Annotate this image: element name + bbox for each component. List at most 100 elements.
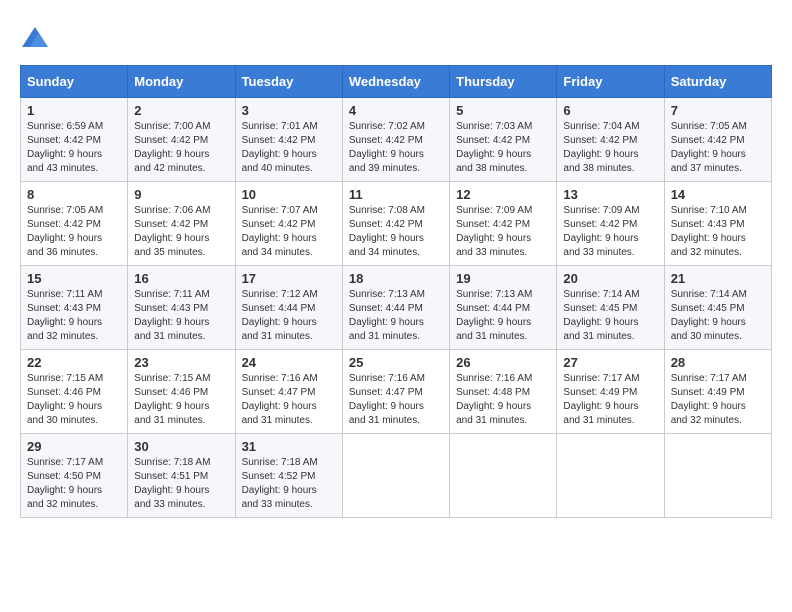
weekday-header: Wednesday <box>342 66 449 98</box>
logo-icon <box>20 25 50 55</box>
day-number: 15 <box>27 271 121 286</box>
day-number: 20 <box>563 271 657 286</box>
day-info: Sunrise: 7:05 AMSunset: 4:42 PMDaylight:… <box>671 120 765 176</box>
day-number: 5 <box>456 103 550 118</box>
weekday-header: Thursday <box>450 66 557 98</box>
day-number: 12 <box>456 187 550 202</box>
calendar-cell: 3 Sunrise: 7:01 AMSunset: 4:42 PMDaylight… <box>235 98 342 182</box>
day-number: 1 <box>27 103 121 118</box>
day-info: Sunrise: 7:14 AMSunset: 4:45 PMDaylight:… <box>671 288 765 344</box>
calendar-cell <box>557 434 664 518</box>
day-number: 18 <box>349 271 443 286</box>
calendar-cell: 28 Sunrise: 7:17 AMSunset: 4:49 PMDayligh… <box>664 350 771 434</box>
day-info: Sunrise: 7:12 AMSunset: 4:44 PMDaylight:… <box>242 288 336 344</box>
day-number: 21 <box>671 271 765 286</box>
weekday-header: Monday <box>128 66 235 98</box>
day-info: Sunrise: 7:04 AMSunset: 4:42 PMDaylight:… <box>563 120 657 176</box>
day-number: 27 <box>563 355 657 370</box>
day-info: Sunrise: 7:09 AMSunset: 4:42 PMDaylight:… <box>563 204 657 260</box>
day-number: 28 <box>671 355 765 370</box>
logo <box>20 25 54 55</box>
calendar-cell: 14 Sunrise: 7:10 AMSunset: 4:43 PMDayligh… <box>664 182 771 266</box>
calendar-cell: 25 Sunrise: 7:16 AMSunset: 4:47 PMDayligh… <box>342 350 449 434</box>
calendar-week-row: 22Sunrise: 7:15 AMSunset: 4:46 PMDayligh… <box>21 350 772 434</box>
day-number: 10 <box>242 187 336 202</box>
day-info: Sunrise: 7:13 AMSunset: 4:44 PMDaylight:… <box>349 288 443 344</box>
day-number: 2 <box>134 103 228 118</box>
day-info: Sunrise: 7:15 AMSunset: 4:46 PMDaylight:… <box>27 372 121 428</box>
day-number: 19 <box>456 271 550 286</box>
calendar-cell: 31Sunrise: 7:18 AMSunset: 4:52 PMDayligh… <box>235 434 342 518</box>
day-number: 26 <box>456 355 550 370</box>
day-info: Sunrise: 7:05 AMSunset: 4:42 PMDaylight:… <box>27 204 121 260</box>
day-number: 11 <box>349 187 443 202</box>
calendar-cell: 13 Sunrise: 7:09 AMSunset: 4:42 PMDayligh… <box>557 182 664 266</box>
day-info: Sunrise: 7:15 AMSunset: 4:46 PMDaylight:… <box>134 372 228 428</box>
day-number: 13 <box>563 187 657 202</box>
calendar-cell: 8 Sunrise: 7:05 AMSunset: 4:42 PMDaylight… <box>21 182 128 266</box>
day-info: Sunrise: 7:06 AMSunset: 4:42 PMDaylight:… <box>134 204 228 260</box>
calendar-cell: 21 Sunrise: 7:14 AMSunset: 4:45 PMDayligh… <box>664 266 771 350</box>
calendar-cell: 15Sunrise: 7:11 AMSunset: 4:43 PMDayligh… <box>21 266 128 350</box>
day-number: 14 <box>671 187 765 202</box>
day-info: Sunrise: 7:16 AMSunset: 4:48 PMDaylight:… <box>456 372 550 428</box>
day-info: Sunrise: 7:00 AMSunset: 4:42 PMDaylight:… <box>134 120 228 176</box>
day-info: Sunrise: 7:17 AMSunset: 4:50 PMDaylight:… <box>27 456 121 512</box>
day-number: 8 <box>27 187 121 202</box>
day-info: Sunrise: 7:08 AMSunset: 4:42 PMDaylight:… <box>349 204 443 260</box>
day-info: Sunrise: 7:01 AMSunset: 4:42 PMDaylight:… <box>242 120 336 176</box>
day-info: Sunrise: 7:16 AMSunset: 4:47 PMDaylight:… <box>349 372 443 428</box>
calendar-week-row: 1 Sunrise: 6:59 AMSunset: 4:42 PMDaylight… <box>21 98 772 182</box>
calendar-week-row: 15Sunrise: 7:11 AMSunset: 4:43 PMDayligh… <box>21 266 772 350</box>
day-number: 29 <box>27 439 121 454</box>
day-info: Sunrise: 7:07 AMSunset: 4:42 PMDaylight:… <box>242 204 336 260</box>
calendar-cell <box>664 434 771 518</box>
day-number: 3 <box>242 103 336 118</box>
day-number: 23 <box>134 355 228 370</box>
calendar-cell: 20 Sunrise: 7:14 AMSunset: 4:45 PMDayligh… <box>557 266 664 350</box>
day-info: Sunrise: 7:02 AMSunset: 4:42 PMDaylight:… <box>349 120 443 176</box>
day-info: Sunrise: 7:09 AMSunset: 4:42 PMDaylight:… <box>456 204 550 260</box>
calendar-cell: 24 Sunrise: 7:16 AMSunset: 4:47 PMDayligh… <box>235 350 342 434</box>
calendar-week-row: 29 Sunrise: 7:17 AMSunset: 4:50 PMDayligh… <box>21 434 772 518</box>
calendar-cell <box>342 434 449 518</box>
calendar-cell: 19 Sunrise: 7:13 AMSunset: 4:44 PMDayligh… <box>450 266 557 350</box>
calendar-cell: 7Sunrise: 7:05 AMSunset: 4:42 PMDaylight… <box>664 98 771 182</box>
calendar-header-row: SundayMondayTuesdayWednesdayThursdayFrid… <box>21 66 772 98</box>
day-info: Sunrise: 6:59 AMSunset: 4:42 PMDaylight:… <box>27 120 121 176</box>
day-number: 6 <box>563 103 657 118</box>
weekday-header: Tuesday <box>235 66 342 98</box>
weekday-header: Friday <box>557 66 664 98</box>
calendar-cell <box>450 434 557 518</box>
day-info: Sunrise: 7:03 AMSunset: 4:42 PMDaylight:… <box>456 120 550 176</box>
day-info: Sunrise: 7:17 AMSunset: 4:49 PMDaylight:… <box>671 372 765 428</box>
calendar-cell: 26 Sunrise: 7:16 AMSunset: 4:48 PMDayligh… <box>450 350 557 434</box>
weekday-header: Saturday <box>664 66 771 98</box>
calendar-cell: 4 Sunrise: 7:02 AMSunset: 4:42 PMDaylight… <box>342 98 449 182</box>
day-info: Sunrise: 7:16 AMSunset: 4:47 PMDaylight:… <box>242 372 336 428</box>
weekday-header: Sunday <box>21 66 128 98</box>
day-number: 16 <box>134 271 228 286</box>
calendar-cell: 18 Sunrise: 7:13 AMSunset: 4:44 PMDayligh… <box>342 266 449 350</box>
day-info: Sunrise: 7:10 AMSunset: 4:43 PMDaylight:… <box>671 204 765 260</box>
calendar-cell: 30Sunrise: 7:18 AMSunset: 4:51 PMDayligh… <box>128 434 235 518</box>
day-info: Sunrise: 7:17 AMSunset: 4:49 PMDaylight:… <box>563 372 657 428</box>
day-number: 17 <box>242 271 336 286</box>
day-info: Sunrise: 7:14 AMSunset: 4:45 PMDaylight:… <box>563 288 657 344</box>
header <box>20 20 772 55</box>
calendar-cell: 5 Sunrise: 7:03 AMSunset: 4:42 PMDaylight… <box>450 98 557 182</box>
calendar-cell: 29 Sunrise: 7:17 AMSunset: 4:50 PMDayligh… <box>21 434 128 518</box>
calendar-table: SundayMondayTuesdayWednesdayThursdayFrid… <box>20 65 772 518</box>
day-number: 25 <box>349 355 443 370</box>
calendar-cell: 23 Sunrise: 7:15 AMSunset: 4:46 PMDayligh… <box>128 350 235 434</box>
calendar-cell: 10 Sunrise: 7:07 AMSunset: 4:42 PMDayligh… <box>235 182 342 266</box>
day-info: Sunrise: 7:18 AMSunset: 4:52 PMDaylight:… <box>242 456 336 512</box>
calendar-cell: 2 Sunrise: 7:00 AMSunset: 4:42 PMDaylight… <box>128 98 235 182</box>
calendar-cell: 17 Sunrise: 7:12 AMSunset: 4:44 PMDayligh… <box>235 266 342 350</box>
day-number: 9 <box>134 187 228 202</box>
day-number: 4 <box>349 103 443 118</box>
day-number: 24 <box>242 355 336 370</box>
day-info: Sunrise: 7:13 AMSunset: 4:44 PMDaylight:… <box>456 288 550 344</box>
calendar-week-row: 8 Sunrise: 7:05 AMSunset: 4:42 PMDaylight… <box>21 182 772 266</box>
calendar-cell: 16Sunrise: 7:11 AMSunset: 4:43 PMDayligh… <box>128 266 235 350</box>
